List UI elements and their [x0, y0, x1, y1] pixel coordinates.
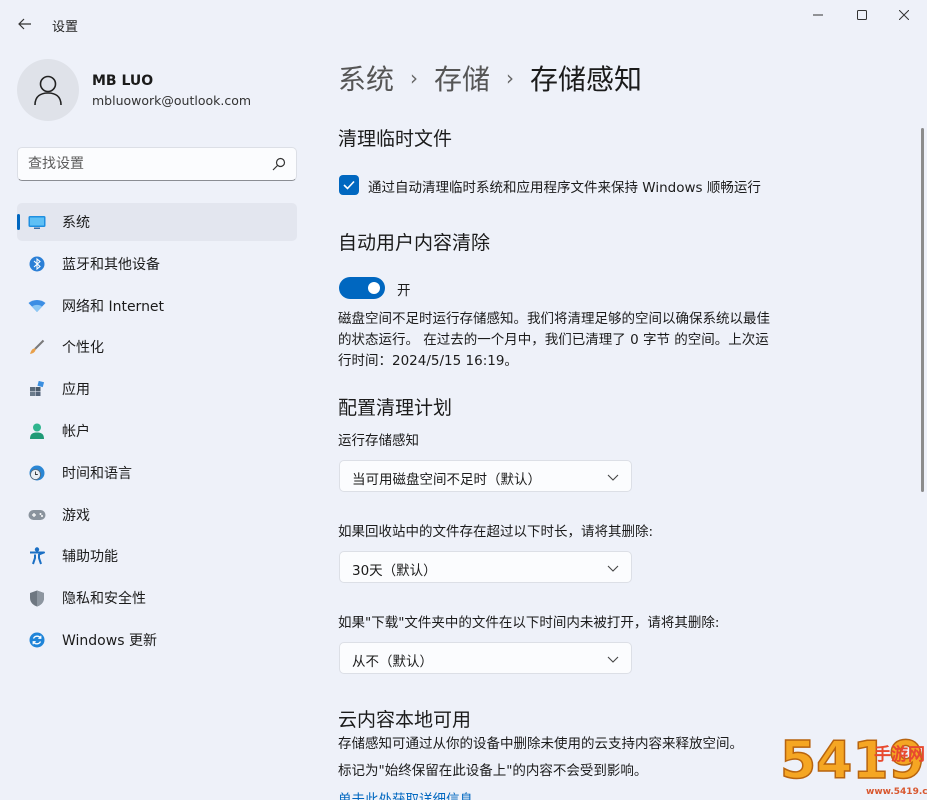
title-bar: 设置: [0, 0, 927, 48]
sidebar-item-label: 游戏: [62, 507, 90, 524]
description-line: 磁盘空间不足时运行存储感知。我们将清理足够的空间以确保系统以最佳: [338, 311, 770, 327]
sidebar-item-gaming[interactable]: 游戏: [17, 496, 297, 534]
maximize-icon: [857, 10, 867, 20]
toggle-state-label: 开: [397, 283, 411, 299]
section-heading-schedule: 配置清理计划: [338, 397, 453, 419]
chevron-right-icon: ›: [506, 66, 515, 90]
sidebar-item-label: 应用: [62, 382, 90, 399]
back-button[interactable]: [12, 10, 38, 38]
search-icon: [272, 157, 286, 171]
sidebar-item-label: 隐私和安全性: [62, 591, 146, 608]
breadcrumb: 系统 › 存储 › 存储感知: [338, 58, 642, 98]
toggle-knob: [368, 282, 380, 294]
dropdown-value: 从不（默认）: [352, 654, 433, 670]
bluetooth-icon: [28, 256, 46, 272]
update-icon: [28, 632, 46, 648]
shield-icon: [28, 590, 46, 607]
dropdown-value: 30天（默认）: [352, 563, 437, 579]
system-icon: [28, 214, 46, 230]
sidebar-nav: 系统 蓝牙和其他设备 网络和 Internet 个性化 应用 帐户 时间和语言 …: [17, 203, 297, 663]
breadcrumb-storage[interactable]: 存储: [434, 58, 490, 98]
run-storage-sense-dropdown[interactable]: 当可用磁盘空间不足时（默认）: [339, 460, 632, 492]
learn-more-link[interactable]: 单击此处获取详细信息: [338, 788, 473, 800]
sidebar-item-accounts[interactable]: 帐户: [17, 412, 297, 450]
sidebar-item-windows-update[interactable]: Windows 更新: [17, 621, 297, 659]
run-storage-sense-label: 运行存储感知: [338, 433, 419, 449]
recycle-bin-label: 如果回收站中的文件存在超过以下时长，请将其删除:: [338, 524, 654, 540]
chevron-down-icon: [607, 474, 619, 481]
checkmark-icon: [343, 180, 355, 190]
breadcrumb-system[interactable]: 系统: [338, 58, 394, 98]
sidebar-item-time-language[interactable]: 时间和语言: [17, 454, 297, 492]
sidebar-item-bluetooth[interactable]: 蓝牙和其他设备: [17, 245, 297, 283]
recycle-bin-dropdown[interactable]: 30天（默认）: [339, 551, 632, 583]
scrollbar-thumb[interactable]: [921, 128, 924, 492]
avatar[interactable]: [17, 59, 79, 121]
sidebar-item-label: 网络和 Internet: [62, 298, 165, 315]
chevron-down-icon: [607, 656, 619, 663]
maximize-button[interactable]: [840, 2, 884, 28]
temp-files-checkbox-label: 通过自动清理临时系统和应用程序文件来保持 Windows 顺畅运行: [368, 180, 761, 196]
sidebar-item-label: 蓝牙和其他设备: [62, 256, 160, 273]
minimize-button[interactable]: [796, 2, 840, 28]
brush-icon: [28, 339, 46, 355]
watermark-text: 手游网: [874, 744, 925, 765]
cloud-description-line: 标记为"始终保留在此设备上"的内容不会受到影响。: [338, 763, 648, 779]
page-title: 存储感知: [530, 63, 643, 96]
sidebar-item-label: 个性化: [62, 340, 104, 357]
chevron-right-icon: ›: [410, 66, 419, 90]
section-heading-cloud: 云内容本地可用: [338, 709, 472, 731]
downloads-dropdown[interactable]: 从不（默认）: [339, 642, 632, 674]
sidebar-item-label: 时间和语言: [62, 465, 132, 482]
site-watermark-logo: 5419 手游网 www.5419.com.cn: [779, 730, 927, 797]
search-box[interactable]: [17, 147, 297, 181]
sidebar-item-personalization[interactable]: 个性化: [17, 328, 297, 366]
gamepad-icon: [28, 507, 46, 523]
sidebar-item-label: 系统: [62, 215, 90, 231]
accessibility-icon: [28, 547, 46, 565]
auto-cleanup-description: 磁盘空间不足时运行存储感知。我们将清理足够的空间以确保系统以最佳 的状态运行。 …: [338, 309, 770, 372]
downloads-label: 如果"下载"文件夹中的文件在以下时间内未被打开，请将其删除:: [338, 615, 720, 631]
sidebar-item-label: 帐户: [62, 423, 90, 440]
section-heading-auto-cleanup: 自动用户内容清除: [338, 232, 491, 254]
watermark-url: www.5419.com.cn: [866, 787, 927, 797]
sidebar-item-privacy[interactable]: 隐私和安全性: [17, 579, 297, 617]
arrow-left-icon: [18, 18, 31, 30]
cloud-description-line: 存储感知可通过从你的设备中删除未使用的云支持内容来释放空间。: [338, 736, 743, 752]
section-heading-temp-files: 清理临时文件: [338, 128, 453, 150]
close-button[interactable]: [882, 2, 926, 28]
clock-globe-icon: [28, 465, 46, 481]
account-icon: [28, 423, 46, 439]
wifi-icon: [28, 298, 46, 314]
sidebar-item-apps[interactable]: 应用: [17, 370, 297, 408]
user-icon: [34, 75, 62, 106]
description-line: 的状态运行。 在过去的一个月中，我们已清理了 0 字节 的空间。上次运: [338, 332, 769, 348]
app-title: 设置: [52, 20, 79, 35]
dropdown-value: 当可用磁盘空间不足时（默认）: [352, 472, 541, 488]
user-name: MB LUO: [92, 73, 154, 89]
sidebar-item-network[interactable]: 网络和 Internet: [17, 287, 297, 325]
close-icon: [899, 10, 909, 20]
sidebar-item-label: Windows 更新: [62, 632, 157, 649]
description-line: 行时间：2024/5/15 16:19。: [338, 353, 518, 369]
apps-icon: [28, 381, 46, 397]
sidebar-item-label: 辅助功能: [62, 549, 118, 566]
sidebar-item-system[interactable]: 系统: [17, 203, 297, 241]
minimize-icon: [813, 14, 823, 16]
temp-files-checkbox[interactable]: [339, 175, 359, 195]
user-email: mbluowork@outlook.com: [92, 93, 252, 108]
auto-cleanup-toggle[interactable]: [339, 277, 385, 299]
sidebar-item-accessibility[interactable]: 辅助功能: [17, 537, 297, 575]
search-input[interactable]: [28, 154, 268, 174]
chevron-down-icon: [607, 565, 619, 572]
